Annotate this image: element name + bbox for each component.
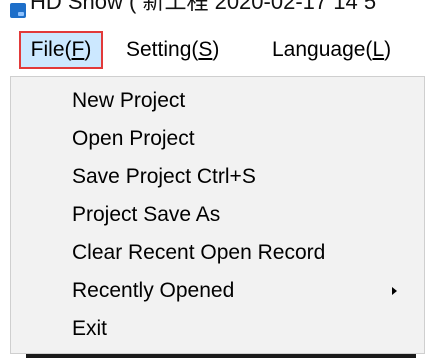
menu-language-close: ): [384, 38, 392, 61]
menu-item-recently-opened[interactable]: Recently Opened: [11, 272, 424, 310]
title-bar: HD Show ( 新工程 2020-02-17 14 5: [0, 0, 444, 28]
menu-item-label: Open Project: [72, 127, 195, 150]
menu-item-label: Clear Recent Open Record: [72, 241, 326, 264]
menu-file-text: File(: [30, 38, 72, 61]
submenu-arrow-icon: [392, 287, 397, 295]
app-icon: [10, 3, 26, 18]
menu-setting-mnemonic: S: [198, 38, 213, 61]
menu-item-save-project[interactable]: Save Project Ctrl+S: [11, 158, 424, 196]
menu-setting[interactable]: Setting(S): [120, 31, 225, 69]
menu-item-label: New Project: [72, 89, 186, 112]
menu-item-exit[interactable]: Exit: [11, 310, 424, 348]
menu-item-label: Project Save As: [72, 203, 221, 226]
menu-item-new-project[interactable]: New Project: [11, 82, 424, 120]
menu-item-label: Exit: [72, 317, 108, 340]
menu-setting-close: ): [212, 38, 220, 61]
menu-setting-text: Setting(: [126, 38, 199, 61]
menu-file[interactable]: File(F): [19, 31, 103, 69]
menu-file-mnemonic: F: [71, 38, 85, 61]
menu-item-label: Save Project Ctrl+S: [72, 165, 256, 188]
menu-file-close: ): [84, 38, 92, 61]
background-window-edge: [26, 354, 416, 358]
menu-item-clear-recent[interactable]: Clear Recent Open Record: [11, 234, 424, 272]
menu-item-open-project[interactable]: Open Project: [11, 120, 424, 158]
menu-item-label: Recently Opened: [72, 279, 235, 302]
menu-bar: File(F) Setting(S) Language(L): [0, 28, 444, 74]
menu-language-text: Language(: [272, 38, 373, 61]
menu-language-mnemonic: L: [372, 38, 385, 61]
file-dropdown-menu: New Project Open Project Save Project Ct…: [10, 76, 425, 354]
window-title: HD Show ( 新工程 2020-02-17 14 5: [30, 0, 377, 14]
menu-language[interactable]: Language(L): [266, 31, 397, 69]
menu-item-project-save-as[interactable]: Project Save As: [11, 196, 424, 234]
